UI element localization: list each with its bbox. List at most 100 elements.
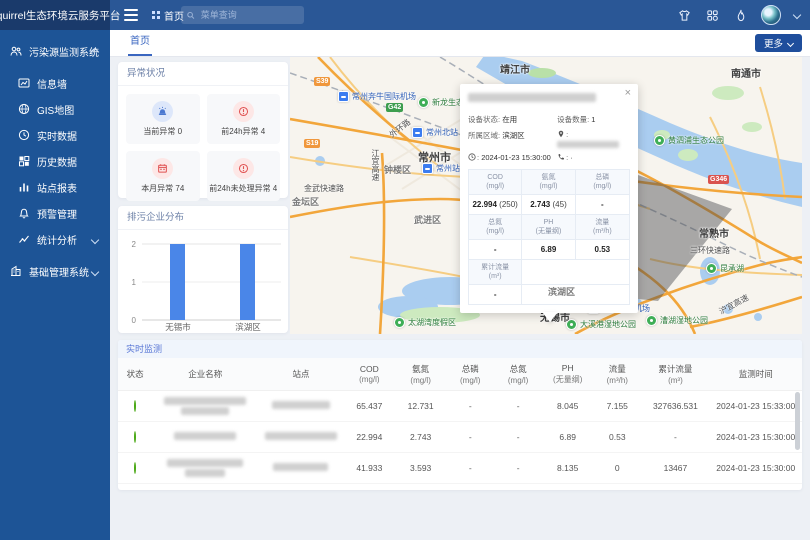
card-current-abnormal[interactable]: 当前异常 0 — [126, 94, 200, 144]
distribution-panel-title: 排污企业分布 — [118, 206, 288, 230]
map-poi-label: 昆承湖 — [720, 263, 744, 274]
phone-value: · — [570, 153, 573, 162]
sidebar-item-label: 统计分析 — [37, 232, 77, 247]
card-month-abnormal[interactable]: 本月异常 74 — [126, 151, 200, 201]
search-input[interactable] — [199, 9, 298, 21]
enterprise-distribution-panel: 排污企业分布 0 1 2 无锡市 滨湖区 — [118, 206, 288, 333]
sidebar-item-label: 信息墙 — [37, 76, 67, 91]
hamburger-menu-icon[interactable] — [124, 9, 138, 21]
redacted-station-name — [273, 463, 328, 471]
more-button[interactable]: 更多 — [755, 34, 802, 52]
app-title: Squirrel生态环境云服务平台 — [0, 0, 110, 30]
sidebar-item-info-wall[interactable]: 信息墙 — [0, 70, 110, 96]
sidebar-item-history-data[interactable]: 历史数据 — [0, 148, 110, 174]
sidebar-item-statistics[interactable]: 统计分析 — [0, 226, 110, 252]
region-value: 滨湖区 — [502, 131, 525, 140]
realtime-monitor-table: 实时监测 状态 企业名称 站点 COD(mg/l) 氨氮(mg/l) 总磷(mg… — [118, 340, 802, 490]
map-label-road: 江宜高速 — [370, 149, 381, 181]
siren-icon — [152, 101, 173, 122]
phone-label: : — [566, 153, 568, 162]
status-dot-green — [134, 431, 136, 443]
flame-icon[interactable] — [733, 8, 748, 23]
menu-search-box[interactable] — [181, 6, 304, 24]
info-wall-icon — [18, 77, 30, 89]
sidebar-item-base-system[interactable]: 基础管理系统 — [0, 258, 110, 284]
location-label: : — [566, 130, 568, 139]
map-label-city: 常熟市 — [699, 225, 729, 240]
road-badge: G346 — [708, 175, 729, 184]
theme-skin-icon[interactable] — [677, 8, 692, 23]
sidebar-item-pollution-system[interactable]: 污染源监测系统 — [0, 38, 110, 64]
sidebar-item-label: 实时数据 — [37, 128, 77, 143]
abnormal-panel-title: 异常状况 — [118, 62, 288, 86]
history-icon — [18, 155, 30, 167]
clock-icon — [18, 129, 30, 141]
park-icon — [418, 97, 429, 108]
sidebar-item-label: 污染源监测系统 — [29, 44, 99, 59]
calendar-icon — [152, 158, 173, 179]
map-poi-label: 黄泗浦生态公园 — [668, 135, 724, 146]
card-24h-abnormal[interactable]: 前24h异常 4 — [207, 94, 281, 144]
svg-text:无锡市: 无锡市 — [165, 322, 191, 332]
sidebar-nav: 污染源监测系统 信息墙 GIS地图 实时数据 历史数据 站点报表 预警管理 统计… — [0, 30, 110, 540]
sidebar-item-alert-management[interactable]: 预警管理 — [0, 200, 110, 226]
park-icon — [654, 135, 665, 146]
gis-map[interactable]: 靖江市 南通市 常州市 无锡市 常熟市 钟楼区 武进区 金坛区 滨湖区 外环路 … — [290, 57, 802, 334]
popup-close-button[interactable]: × — [625, 88, 631, 99]
device-info-popup: × 设备状态: 在用 设备数量: 1 所属区域: 滨湖区 : : 2024-01… — [460, 84, 638, 313]
train-station-icon — [412, 127, 423, 138]
stats-icon — [18, 233, 30, 245]
layout-panels-icon[interactable] — [705, 8, 720, 23]
table-row[interactable]: 41.933 3.593 - - 8.135 0 13467 2024-01-2… — [118, 453, 802, 484]
card-label: 前24h未处理异常 4 — [209, 183, 277, 194]
map-label-city: 南通市 — [731, 65, 761, 80]
sidebar-item-gis-map[interactable]: GIS地图 — [0, 96, 110, 122]
user-avatar[interactable] — [761, 5, 781, 25]
device-count-value: 1 — [591, 115, 595, 124]
search-icon — [187, 11, 195, 20]
sidebar-item-label: GIS地图 — [37, 102, 74, 117]
bar-binhu — [240, 244, 255, 320]
more-button-label: 更多 — [764, 36, 783, 50]
device-status-value: 在用 — [502, 115, 517, 124]
map-label-district: 钟楼区 — [384, 163, 411, 176]
topbar-home-link[interactable]: 首页 — [152, 0, 184, 30]
region-label: 所属区域: — [468, 131, 500, 140]
distribution-bar-chart: 0 1 2 无锡市 滨湖区 — [118, 232, 288, 332]
table-row[interactable]: 22.994 2.743 - - 6.89 0.53 - 2024-01-23 … — [118, 422, 802, 453]
card-label: 当前异常 0 — [143, 126, 182, 137]
map-poi-label: 大溪港湿地公园 — [580, 319, 636, 330]
clock-icon — [468, 153, 476, 161]
bell-icon — [18, 207, 30, 219]
tab-home[interactable]: 首页 — [128, 30, 152, 56]
sidebar-item-realtime-data[interactable]: 实时数据 — [0, 122, 110, 148]
table-row[interactable]: 65.437 12.731 - - 8.045 7.155 327636.531… — [118, 391, 802, 422]
bar-wuxi — [170, 244, 185, 320]
svg-text:2: 2 — [132, 240, 137, 249]
card-24h-unhandled-abnormal[interactable]: 前24h未处理异常 4 — [207, 151, 281, 201]
redacted-address — [557, 141, 619, 148]
redacted-company-name — [185, 469, 225, 477]
park-icon — [566, 319, 577, 330]
status-dot-green — [134, 400, 136, 412]
monitor-table-title: 实时监测 — [118, 340, 802, 358]
top-bar: Squirrel生态环境云服务平台 首页 — [0, 0, 810, 30]
device-status-label: 设备状态: — [468, 115, 500, 124]
redacted-station-name — [265, 432, 337, 440]
building-icon — [10, 265, 22, 277]
popup-tail — [542, 312, 558, 322]
redacted-company-name — [174, 432, 236, 440]
map-poi-label: 漕湖湿地公园 — [660, 315, 708, 326]
abnormal-status-panel: 异常状况 当前异常 0 前24h异常 4 本月异常 74 前24h未处理异常 4 — [118, 62, 288, 198]
chevron-down-icon[interactable] — [793, 11, 801, 19]
device-count-label: 设备数量: — [557, 115, 589, 124]
table-scrollbar[interactable] — [795, 392, 800, 450]
airport-icon — [338, 91, 349, 102]
phone-icon — [557, 153, 565, 161]
park-icon — [706, 263, 717, 274]
sidebar-item-label: 站点报表 — [37, 180, 77, 195]
road-badge: G42 — [386, 103, 403, 112]
map-poi-label: 常州奔牛国际机场 — [352, 91, 416, 102]
sidebar-item-site-report[interactable]: 站点报表 — [0, 174, 110, 200]
users-icon — [10, 45, 22, 57]
